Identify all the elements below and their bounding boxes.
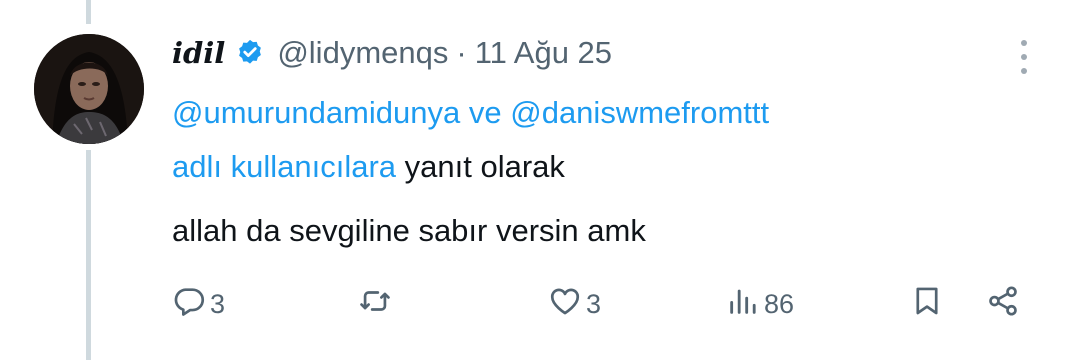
reply-connector: ve xyxy=(468,95,502,130)
views-icon xyxy=(726,284,760,325)
tweet[interactable]: idil @lidymenqs · 11 Ağu 25 @umurundamid… xyxy=(0,0,1080,360)
reply-mention-2[interactable]: @daniswmefromttt xyxy=(510,95,769,130)
like-count: 3 xyxy=(586,288,602,319)
views-count: 86 xyxy=(764,288,795,319)
thread-line-top xyxy=(86,0,91,24)
like-icon xyxy=(548,284,582,325)
more-options-icon[interactable] xyxy=(1012,40,1036,74)
display-name[interactable]: idil xyxy=(172,36,225,70)
user-handle[interactable]: @lidymenqs xyxy=(277,35,448,71)
share-button[interactable] xyxy=(986,278,1020,330)
like-button[interactable]: 3 xyxy=(548,278,601,330)
tweet-header: idil @lidymenqs · 11 Ağu 25 xyxy=(172,30,612,76)
share-icon xyxy=(986,284,1020,325)
reply-users-link[interactable]: adlı kullanıcılara xyxy=(172,149,396,184)
separator-dot: · xyxy=(456,35,467,70)
reply-context: @umurundamidunya ve @daniswmefromttt adlı… xyxy=(172,86,1032,194)
avatar[interactable] xyxy=(34,34,144,144)
bookmark-icon xyxy=(910,284,944,325)
reply-suffix: yanıt olarak xyxy=(404,149,565,184)
retweet-icon xyxy=(358,284,392,325)
tweet-text: allah da sevgiline sabır versin amk xyxy=(172,213,646,248)
thread-line-bottom xyxy=(86,150,91,360)
bookmark-button[interactable] xyxy=(910,278,944,330)
views-button[interactable]: 86 xyxy=(726,278,794,330)
verified-badge-icon xyxy=(235,38,265,68)
retweet-button[interactable] xyxy=(358,278,396,330)
reply-mention-1[interactable]: @umurundamidunya xyxy=(172,95,460,130)
reply-icon xyxy=(172,284,206,325)
action-bar: 3 3 86 xyxy=(172,278,1032,330)
reply-button[interactable]: 3 xyxy=(172,278,225,330)
tweet-date[interactable]: 11 Ağu 25 xyxy=(475,35,612,71)
reply-count: 3 xyxy=(210,288,226,319)
